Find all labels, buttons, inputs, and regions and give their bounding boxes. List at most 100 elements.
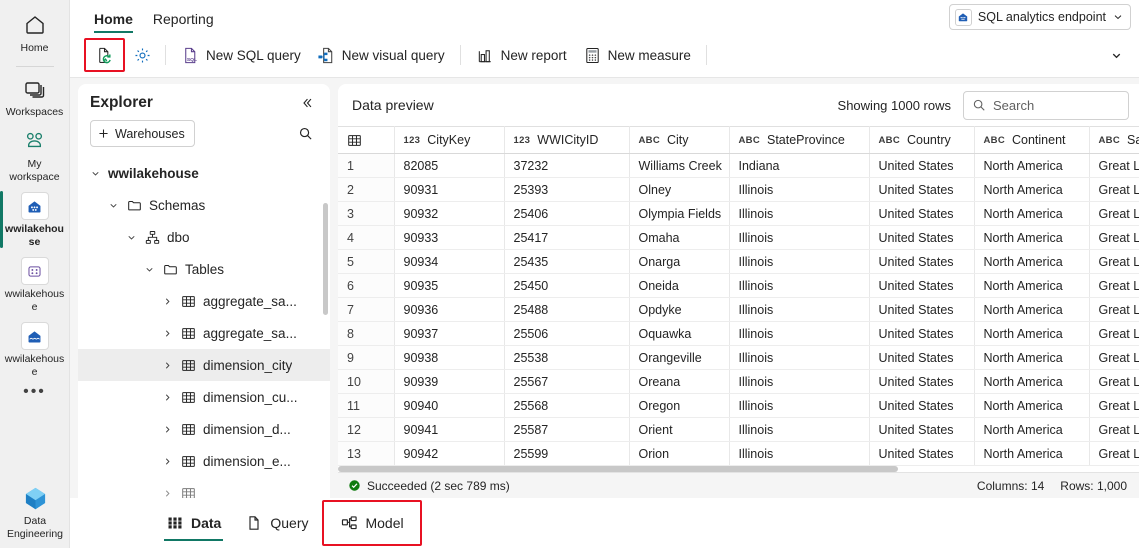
table-cell[interactable]: North America [974, 345, 1090, 370]
table-cell[interactable]: Great La [1089, 153, 1139, 178]
chevron-right-icon[interactable] [160, 424, 174, 435]
chevron-down-icon[interactable] [88, 168, 102, 179]
table-cell[interactable]: United States [869, 345, 975, 370]
tree-node-dbo[interactable]: dbo [78, 221, 330, 253]
column-header-stateprovince[interactable]: ABC StateProvince [729, 126, 870, 154]
table-cell[interactable]: 25450 [504, 273, 630, 298]
table-cell[interactable]: Great La [1089, 201, 1139, 226]
table-cell[interactable]: United States [869, 153, 975, 178]
tab-reporting[interactable]: Reporting [143, 7, 224, 33]
table-cell[interactable]: 90936 [394, 297, 505, 322]
table-cell[interactable]: 25587 [504, 417, 630, 442]
table-cell[interactable]: United States [869, 201, 975, 226]
table-cell[interactable]: Olympia Fields [629, 201, 730, 226]
table-cell[interactable]: North America [974, 369, 1090, 394]
table-row[interactable]: 13 90942 25599 Orion Illinois United States No… [338, 441, 1139, 466]
chevron-down-icon[interactable] [106, 200, 120, 211]
table-cell[interactable]: Illinois [729, 417, 870, 442]
sql-analytics-endpoint-selector[interactable]: SQL analytics endpoint [948, 4, 1131, 30]
chevron-right-icon[interactable] [160, 392, 174, 403]
rail-item-workspaces[interactable]: Workspaces [0, 70, 70, 123]
refresh-button[interactable] [90, 39, 119, 71]
table-cell[interactable]: 90942 [394, 441, 505, 466]
table-cell[interactable]: Orient [629, 417, 730, 442]
tree-node-table[interactable]: dimension_cu... [78, 381, 330, 413]
tree-node-table[interactable]: aggregate_sa... [78, 285, 330, 317]
tree-node-wwilakehouse[interactable]: wwilakehouse [78, 157, 330, 189]
tree-node-schemas[interactable]: Schemas [78, 189, 330, 221]
explorer-scrollbar[interactable] [323, 203, 328, 315]
table-cell[interactable]: United States [869, 393, 975, 418]
column-header-select-all[interactable] [338, 126, 395, 154]
table-cell[interactable]: Oneida [629, 273, 730, 298]
tree-node-table[interactable]: dimension_e... [78, 445, 330, 477]
table-row[interactable]: 8 90937 25506 Oquawka Illinois United States N… [338, 321, 1139, 346]
table-cell[interactable]: North America [974, 273, 1090, 298]
new-visual-query-button[interactable]: New visual query [309, 39, 453, 71]
table-cell[interactable]: North America [974, 297, 1090, 322]
table-cell[interactable]: Illinois [729, 225, 870, 250]
new-report-button[interactable]: New report [468, 39, 575, 71]
table-cell[interactable]: North America [974, 321, 1090, 346]
table-cell[interactable]: 25506 [504, 321, 630, 346]
table-row[interactable]: 7 90936 25488 Opdyke Illinois United States No… [338, 297, 1139, 322]
table-cell[interactable]: United States [869, 417, 975, 442]
table-cell[interactable]: Oreana [629, 369, 730, 394]
table-cell[interactable]: United States [869, 441, 975, 466]
rail-item-more[interactable]: ••• [0, 382, 70, 401]
column-header-citykey[interactable]: 123 CityKey [394, 126, 505, 154]
table-cell[interactable]: 25488 [504, 297, 630, 322]
rail-item-my-workspace[interactable]: My workspace [0, 122, 70, 187]
new-measure-button[interactable]: New measure [575, 39, 699, 71]
table-cell[interactable]: Great La [1089, 297, 1139, 322]
column-header-city[interactable]: ABC City [629, 126, 730, 154]
new-sql-query-button[interactable]: SQL New SQL query [173, 39, 309, 71]
chevron-down-icon[interactable] [142, 264, 156, 275]
table-cell[interactable]: 90940 [394, 393, 505, 418]
table-cell[interactable]: Olney [629, 177, 730, 202]
table-cell[interactable]: 90935 [394, 273, 505, 298]
table-cell[interactable]: 25538 [504, 345, 630, 370]
table-cell[interactable]: Great La [1089, 369, 1139, 394]
table-cell[interactable]: North America [974, 441, 1090, 466]
table-cell[interactable]: 90938 [394, 345, 505, 370]
chevron-down-icon[interactable] [124, 232, 138, 243]
rail-item-wwilakehouse-model[interactable]: wwilakehouse [0, 252, 70, 317]
table-cell[interactable]: Great La [1089, 345, 1139, 370]
chevron-right-icon[interactable] [160, 296, 174, 307]
table-cell[interactable]: Great La [1089, 225, 1139, 250]
table-cell[interactable]: Illinois [729, 369, 870, 394]
table-cell[interactable]: Indiana [729, 153, 870, 178]
table-cell[interactable]: North America [974, 177, 1090, 202]
table-row[interactable]: 2 90931 25393 Olney Illinois United States Nor… [338, 177, 1139, 202]
table-cell[interactable]: 25567 [504, 369, 630, 394]
table-cell[interactable]: North America [974, 249, 1090, 274]
table-row[interactable]: 10 90939 25567 Oreana Illinois United States N… [338, 369, 1139, 394]
table-cell[interactable]: Great La [1089, 393, 1139, 418]
tab-query[interactable]: Query [235, 503, 318, 543]
table-cell[interactable]: Oregon [629, 393, 730, 418]
column-header-sales-territory[interactable]: ABC Sal [1089, 126, 1139, 154]
rail-item-data-engineering[interactable]: Data Engineering [0, 479, 70, 544]
table-cell[interactable]: Illinois [729, 177, 870, 202]
table-cell[interactable]: 25568 [504, 393, 630, 418]
tab-home[interactable]: Home [84, 7, 143, 33]
table-row[interactable]: 5 90934 25435 Onarga Illinois United States No… [338, 249, 1139, 274]
table-cell[interactable]: 90931 [394, 177, 505, 202]
table-cell[interactable]: Orangeville [629, 345, 730, 370]
table-cell[interactable]: 37232 [504, 153, 630, 178]
explorer-search-button[interactable] [292, 121, 318, 147]
table-row[interactable]: 3 90932 25406 Olympia Fields Illinois United … [338, 201, 1139, 226]
table-cell[interactable]: 90932 [394, 201, 505, 226]
tree-node-table[interactable]: dimension_d... [78, 413, 330, 445]
table-cell[interactable]: United States [869, 177, 975, 202]
table-cell[interactable]: 90934 [394, 249, 505, 274]
table-cell[interactable]: Illinois [729, 321, 870, 346]
data-grid-horizontal-scrollbar[interactable] [338, 466, 898, 472]
table-cell[interactable]: 25406 [504, 201, 630, 226]
table-row[interactable]: 6 90935 25450 Oneida Illinois United States No… [338, 273, 1139, 298]
table-cell[interactable]: Illinois [729, 297, 870, 322]
table-cell[interactable]: Illinois [729, 273, 870, 298]
table-cell[interactable]: 25435 [504, 249, 630, 274]
rail-item-wwilakehouse-lakehouse[interactable]: wwilakehouse [0, 317, 70, 382]
